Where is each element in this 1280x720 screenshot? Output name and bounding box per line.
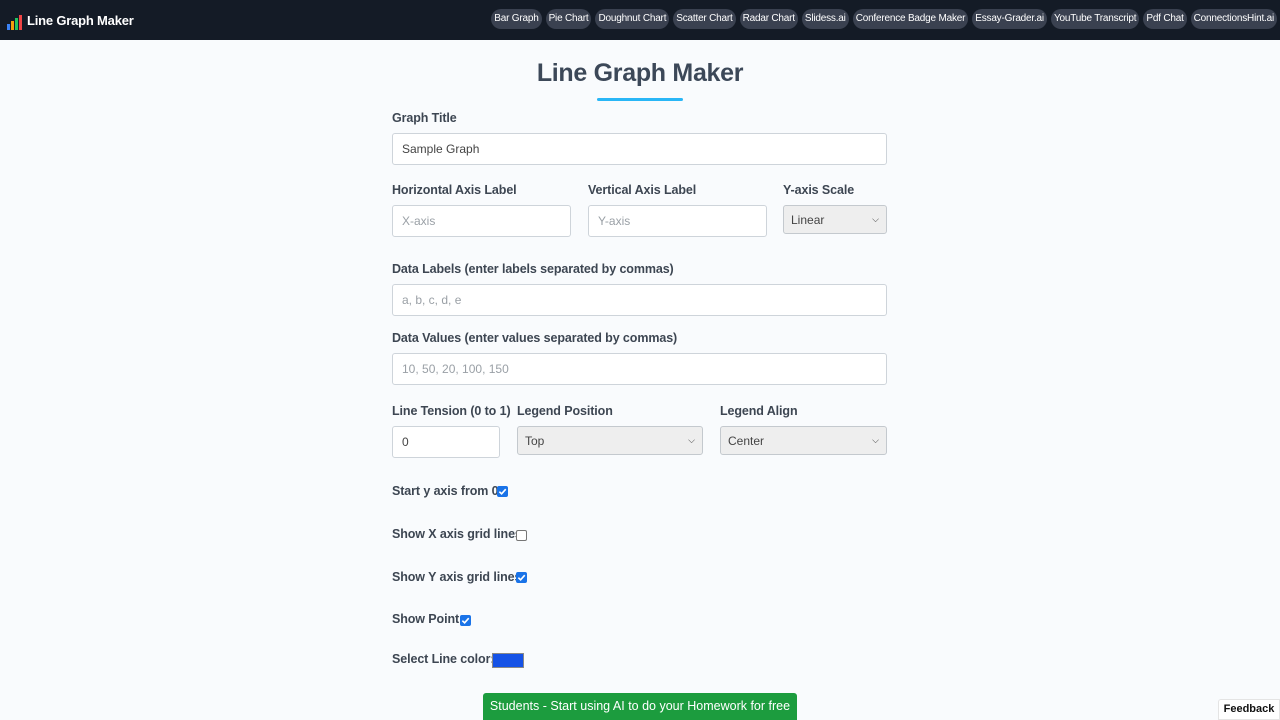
start-y-zero-label: Start y axis from 0 [392, 484, 499, 498]
y-axis-scale-label: Y-axis Scale [783, 183, 855, 197]
show-x-grid-checkbox[interactable] [516, 530, 527, 541]
legend-position-select[interactable]: Top ⌵ [517, 426, 703, 455]
x-axis-label-label: Horizontal Axis Label [392, 183, 517, 197]
line-tension-label: Line Tension (0 to 1) [392, 404, 511, 418]
y-axis-label-label: Vertical Axis Label [588, 183, 697, 197]
legend-align-value: Center [728, 433, 765, 448]
top-navbar: Line Graph Maker Bar Graph Pie Chart Dou… [0, 0, 1280, 40]
homework-ai-cta-button[interactable]: Students - Start using AI to do your Hom… [483, 693, 797, 720]
show-point-checkbox[interactable] [460, 615, 471, 626]
nav-link-conference-badge-maker[interactable]: Conference Badge Maker [852, 9, 969, 29]
feedback-button[interactable]: Feedback [1218, 699, 1280, 720]
line-color-picker[interactable] [492, 653, 524, 668]
x-axis-label-input[interactable] [392, 205, 571, 237]
brand[interactable]: Line Graph Maker [7, 11, 134, 30]
graph-title-label: Graph Title [392, 111, 457, 125]
nav-link-doughnut-chart[interactable]: Doughnut Chart [595, 9, 670, 29]
heading-underline [597, 98, 683, 101]
show-point-label: Show Point [392, 612, 460, 626]
nav-link-essay-grader[interactable]: Essay-Grader.ai [972, 9, 1047, 29]
chevron-down-icon: ⌵ [872, 214, 879, 224]
y-axis-scale-value: Linear [791, 212, 825, 227]
check-icon [498, 488, 507, 496]
data-values-label: Data Values (enter values separated by c… [392, 331, 678, 345]
nav-link-connectionshint[interactable]: ConnectionsHint.ai [1190, 9, 1277, 29]
chevron-down-icon: ⌵ [872, 435, 879, 445]
y-axis-label-input[interactable] [588, 205, 767, 237]
graph-title-input[interactable] [392, 133, 887, 165]
show-x-grid-label: Show X axis grid lines [392, 527, 522, 541]
legend-position-label: Legend Position [517, 404, 613, 418]
data-labels-input[interactable] [392, 284, 887, 316]
legend-align-label: Legend Align [720, 404, 798, 418]
nav-link-slidess[interactable]: Slidess.ai [801, 9, 849, 29]
nav-link-bar-graph[interactable]: Bar Graph [491, 9, 542, 29]
line-color-label: Select Line color: [392, 652, 495, 666]
nav-link-pie-chart[interactable]: Pie Chart [545, 9, 592, 29]
show-y-grid-checkbox[interactable] [516, 572, 527, 583]
nav-links: Bar Graph Pie Chart Doughnut Chart Scatt… [491, 9, 1277, 29]
check-icon [461, 617, 470, 625]
data-labels-label: Data Labels (enter labels separated by c… [392, 262, 674, 276]
bar-chart-icon [7, 14, 23, 30]
legend-position-value: Top [525, 433, 545, 448]
nav-link-pdf-chat[interactable]: Pdf Chat [1143, 9, 1187, 29]
page-title: Line Graph Maker [536, 59, 744, 87]
nav-link-youtube-transcript[interactable]: YouTube Transcript [1050, 9, 1140, 29]
line-tension-input[interactable] [392, 426, 500, 458]
show-y-grid-label: Show Y axis grid lines [392, 570, 522, 584]
nav-link-scatter-chart[interactable]: Scatter Chart [673, 9, 736, 29]
chevron-down-icon: ⌵ [688, 435, 695, 445]
legend-align-select[interactable]: Center ⌵ [720, 426, 887, 455]
nav-link-radar-chart[interactable]: Radar Chart [739, 9, 798, 29]
y-axis-scale-select[interactable]: Linear ⌵ [783, 205, 887, 234]
start-y-zero-checkbox[interactable] [497, 486, 508, 497]
brand-title: Line Graph Maker [27, 12, 134, 28]
check-icon [517, 574, 526, 582]
data-values-input[interactable] [392, 353, 887, 385]
